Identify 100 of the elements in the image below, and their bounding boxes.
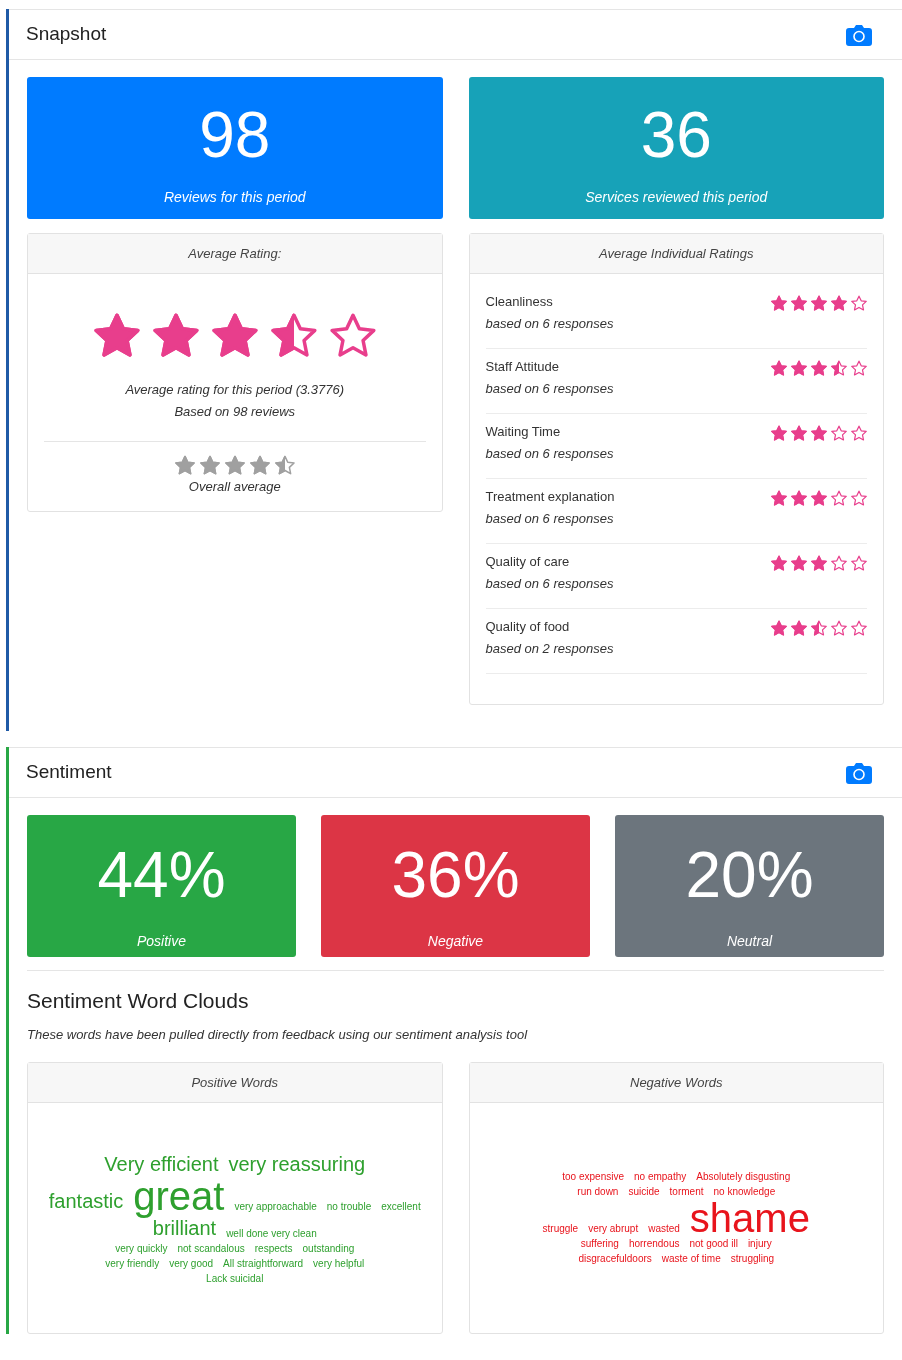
- stat-label: Services reviewed this period: [585, 188, 768, 207]
- cloud-word: very reassuring: [228, 1151, 366, 1177]
- response-count: based on 6 responses: [485, 314, 614, 333]
- stat-label: Positive: [137, 932, 186, 951]
- response-count: based on 6 responses: [485, 509, 615, 528]
- panel-title: Sentiment: [26, 760, 112, 785]
- half-star-icon: [274, 455, 295, 475]
- star-icon: [831, 295, 847, 311]
- rating-count: Based on 98 reviews: [174, 402, 296, 421]
- cloud-word: no trouble: [326, 1199, 372, 1214]
- star-icon: [791, 360, 807, 376]
- response-count: based on 6 responses: [485, 574, 614, 593]
- empty-star-icon: [831, 425, 847, 441]
- response-count: based on 6 responses: [485, 379, 614, 398]
- rating-name: Cleanliness: [485, 293, 554, 311]
- cloud-word: suffering: [580, 1237, 619, 1251]
- star-icon: [771, 555, 787, 571]
- star-icon: [811, 555, 827, 571]
- rating-name: Waiting Time: [485, 423, 562, 441]
- cloud-word: no empathy: [634, 1170, 687, 1184]
- star-icon: [811, 360, 827, 376]
- empty-star-icon: [851, 295, 867, 311]
- empty-star-icon: [831, 490, 847, 506]
- star-icon: [93, 312, 140, 358]
- stat-label: Reviews for this period: [163, 188, 306, 207]
- cloud-word: run down: [577, 1185, 619, 1199]
- star-icon: [771, 295, 787, 311]
- cloud-word: All straightforward: [223, 1256, 304, 1271]
- star-icon: [152, 312, 199, 358]
- cloud-word: outstanding: [302, 1241, 355, 1256]
- star-icon: [224, 455, 245, 475]
- response-count: based on 2 responses: [485, 639, 614, 658]
- empty-star-icon: [831, 620, 847, 636]
- empty-star-icon: [851, 620, 867, 636]
- cloud-word: very friendly: [105, 1256, 160, 1271]
- stat-value: 20%: [685, 843, 814, 909]
- cloud-word: not scandalous: [177, 1241, 245, 1256]
- star-icon: [771, 490, 787, 506]
- cloud-word: very approachable: [234, 1199, 317, 1214]
- response-count: based on 6 responses: [485, 444, 614, 463]
- cloud-word: not good ill: [689, 1237, 738, 1251]
- rating-caption: Average rating for this period (3.3776): [125, 381, 345, 399]
- card-header-title: Positive Words: [191, 1073, 279, 1092]
- cloud-word: waste of time: [661, 1252, 721, 1266]
- star-icon: [791, 555, 807, 571]
- cloud-word: no knowledge: [713, 1185, 776, 1199]
- cloud-word: fantastic: [48, 1188, 124, 1214]
- cloud-word: excellent: [381, 1199, 421, 1214]
- star-icon: [791, 425, 807, 441]
- panel-title: Snapshot: [26, 22, 107, 47]
- stat-value: 36%: [391, 843, 520, 909]
- cloud-word: respects: [254, 1241, 293, 1256]
- rating-name: Staff Attitude: [485, 358, 560, 376]
- cloud-word: Lack suicidal: [206, 1271, 264, 1286]
- camera-icon[interactable]: [846, 761, 872, 784]
- stat-value: 36: [640, 103, 712, 169]
- star-icon: [211, 312, 258, 358]
- cloud-word: very helpful: [313, 1256, 365, 1271]
- star-icon: [174, 455, 195, 475]
- cloud-word: disgracefuldoors: [578, 1252, 652, 1266]
- star-icon: [811, 490, 827, 506]
- card-header-title: Average Rating:: [188, 244, 282, 263]
- empty-star-icon: [329, 312, 376, 358]
- cloud-word: injury: [747, 1237, 772, 1251]
- star-icon: [811, 295, 827, 311]
- star-icon: [791, 295, 807, 311]
- empty-star-icon: [851, 490, 867, 506]
- stat-value: 44%: [97, 843, 226, 909]
- star-icon: [771, 620, 787, 636]
- star-icon: [811, 425, 827, 441]
- stat-label: Neutral: [726, 932, 773, 951]
- cloud-word: torment: [669, 1185, 704, 1199]
- cloud-word: very good: [169, 1256, 214, 1271]
- cloud-word: very quickly: [115, 1241, 168, 1256]
- half-star-icon: [811, 620, 827, 636]
- star-icon: [199, 455, 220, 475]
- cloud-word: Very efficient: [104, 1151, 219, 1177]
- cloud-word: shame: [689, 1200, 810, 1236]
- card-header-title: Average Individual Ratings: [599, 244, 754, 263]
- cloud-word: struggling: [730, 1252, 775, 1266]
- cloud-word: well done very clean: [226, 1226, 317, 1241]
- half-star-icon: [831, 360, 847, 376]
- cloud-word: wasted: [648, 1222, 680, 1236]
- overall-label: Overall average: [188, 478, 281, 496]
- card-header-title: Negative Words: [630, 1073, 723, 1092]
- half-star-icon: [270, 312, 317, 358]
- cloud-word: horrendous: [628, 1237, 680, 1251]
- star-icon: [249, 455, 270, 475]
- section-heading: Sentiment Word Clouds: [27, 988, 250, 1014]
- empty-star-icon: [831, 555, 847, 571]
- cloud-word: struggle: [542, 1222, 579, 1236]
- section-description: These words have been pulled directly from feedback using our sentiment analysis tool: [27, 1025, 529, 1044]
- rating-name: Quality of care: [485, 553, 571, 571]
- star-icon: [771, 425, 787, 441]
- empty-star-icon: [851, 425, 867, 441]
- stat-label: Negative: [427, 932, 484, 951]
- camera-icon[interactable]: [846, 23, 872, 46]
- cloud-word: too expensive: [562, 1170, 624, 1184]
- rating-name: Quality of food: [485, 618, 571, 636]
- cloud-word: suicide: [628, 1185, 660, 1199]
